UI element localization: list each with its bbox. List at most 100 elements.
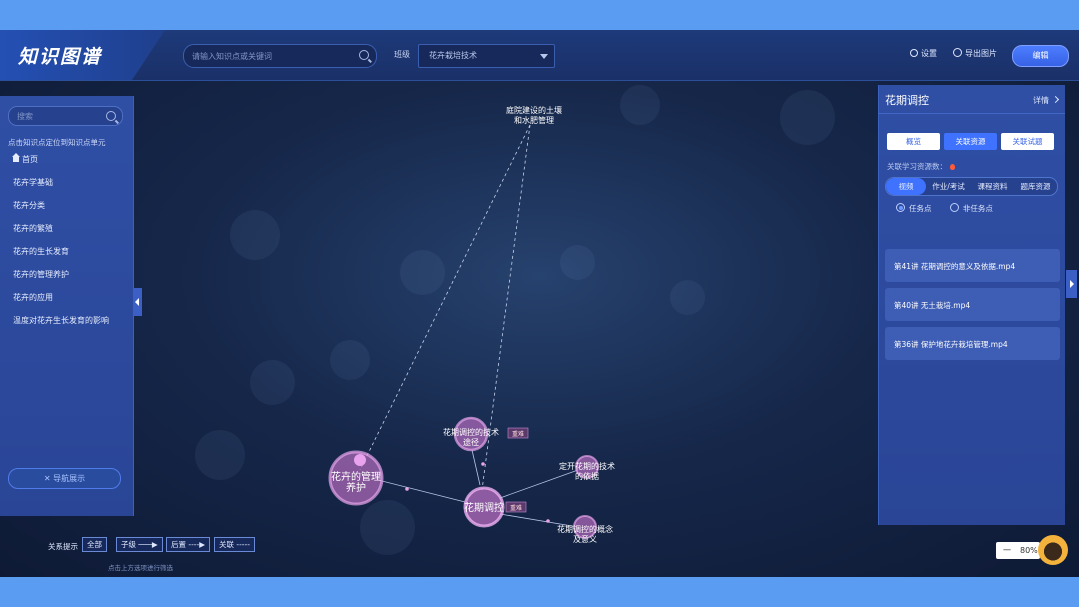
search-icon[interactable] bbox=[359, 50, 369, 60]
resource-name: 第40讲 无土栽培.mp4 bbox=[894, 301, 971, 310]
zoom-level: 80% bbox=[1020, 546, 1038, 555]
node-label: 花期调控的概念 bbox=[557, 524, 613, 534]
radio-non-task-point[interactable]: 非任务点 bbox=[949, 203, 993, 213]
sidebar-item-care[interactable]: 花卉的管理养护 bbox=[13, 269, 109, 292]
legend-related[interactable]: 关联 ----- bbox=[214, 537, 255, 552]
resource-item[interactable]: 第36讲 保护地花卉栽培管理.mp4 bbox=[885, 327, 1060, 360]
radio-label: 非任务点 bbox=[962, 204, 993, 213]
zoom-control[interactable]: 一 80% bbox=[996, 542, 1040, 559]
node-tech[interactable]: 花期调控的技术 途径 重难 bbox=[443, 416, 529, 452]
node-care[interactable]: 花卉的管理 养护 bbox=[328, 450, 384, 506]
sidebar-item-home[interactable]: 首页 bbox=[12, 153, 109, 177]
resource-count-text: 关联学习资源数： bbox=[887, 162, 947, 171]
node-label: 庭院建设的土壤 bbox=[506, 105, 562, 115]
panel-header: 花期调控 详情 bbox=[879, 85, 1065, 114]
edge-care-center bbox=[377, 479, 466, 503]
upload-icon bbox=[953, 48, 962, 57]
resource-count-label: 关联学习资源数： bbox=[887, 161, 955, 172]
radio-unchecked-icon bbox=[949, 203, 959, 212]
sidebar-item-label: 花卉分类 bbox=[13, 201, 45, 210]
subtab-question-bank[interactable]: 题库资源 bbox=[1014, 178, 1057, 195]
node-label: 花卉的管理 bbox=[331, 470, 381, 483]
chapter-list: 首页 花卉学基础 花卉分类 花卉的繁殖 花卉的生长发育 花卉的管理养护 花卉的应… bbox=[12, 153, 109, 338]
chevron-down-icon bbox=[540, 54, 548, 59]
collapse-sidebar-handle[interactable] bbox=[133, 288, 142, 316]
top-bar: 知识图谱 班级 花卉栽培技术 设置 导出图片 编辑 bbox=[0, 30, 1079, 81]
legend-related-label: 关联 bbox=[219, 540, 234, 549]
sidebar-item-temperature[interactable]: 温度对花卉生长发育的影响 bbox=[13, 315, 109, 338]
tab-related-resources[interactable]: 关联资源 bbox=[944, 133, 997, 150]
sidebar-item-label: 花卉的管理养护 bbox=[13, 270, 69, 279]
sidebar-item-label: 温度对花卉生长发育的影响 bbox=[13, 316, 109, 325]
edge-dot bbox=[405, 487, 409, 491]
legend-child-label: 子级 bbox=[121, 540, 136, 549]
sidebar-item-basics[interactable]: 花卉学基础 bbox=[13, 177, 109, 200]
subtab-video[interactable]: 视频 bbox=[886, 178, 926, 195]
course-label: 班级 bbox=[394, 50, 410, 59]
fire-icon bbox=[950, 164, 955, 170]
panel-title: 花期调控 bbox=[885, 94, 929, 107]
edge-soil-care bbox=[359, 124, 531, 471]
gear-icon bbox=[910, 49, 918, 57]
legend-hint: 点击上方选项进行筛选 bbox=[108, 564, 173, 572]
guide-display-button[interactable]: ✕ 导航展示 bbox=[8, 468, 121, 489]
resource-type-tabs: 视频 作业/考试 课程资料 题库资源 bbox=[885, 177, 1058, 196]
collapse-panel-handle[interactable] bbox=[1066, 270, 1077, 298]
node-label: 和水肥管理 bbox=[514, 115, 554, 125]
difficulty-tag-text: 重难 bbox=[510, 504, 522, 512]
top-search-input[interactable] bbox=[184, 45, 346, 67]
guide-display-label: 导航展示 bbox=[53, 474, 86, 483]
detail-link[interactable]: 详情 bbox=[1033, 95, 1049, 106]
edge-dot bbox=[481, 462, 485, 466]
node-label: 定开花期的技术 bbox=[559, 461, 615, 471]
subtab-course-material[interactable]: 课程资料 bbox=[971, 178, 1014, 195]
legend-all[interactable]: 全部 bbox=[82, 537, 107, 552]
difficulty-tag-text: 重难 bbox=[512, 430, 524, 438]
node-center[interactable]: 花期调控 重难 bbox=[463, 486, 527, 528]
sidebar-item-label: 首页 bbox=[22, 155, 38, 164]
relation-legend: 关系提示 全部 子级 ───▶ 后置 ----▶ 关联 ----- bbox=[48, 537, 255, 552]
resource-item[interactable]: 第40讲 无土栽培.mp4 bbox=[885, 288, 1060, 321]
resource-item[interactable]: 第41讲 花期调控的意义及依据.mp4 bbox=[885, 249, 1060, 282]
edit-button[interactable]: 编辑 bbox=[1012, 45, 1069, 67]
sidebar-item-propagation[interactable]: 花卉的繁殖 bbox=[13, 223, 109, 246]
chapter-sidebar: 点击知识点定位到知识点单元 首页 花卉学基础 花卉分类 花卉的繁殖 花卉的生长发… bbox=[0, 96, 134, 516]
edge-tech-center bbox=[471, 449, 481, 486]
sidebar-item-growth[interactable]: 花卉的生长发育 bbox=[13, 246, 109, 269]
top-search[interactable] bbox=[183, 44, 377, 68]
home-icon bbox=[12, 153, 20, 162]
node-label: 及意义 bbox=[573, 534, 597, 544]
flower-icon bbox=[354, 454, 366, 466]
sidebar-item-label: 花卉学基础 bbox=[13, 178, 53, 187]
course-select[interactable]: 花卉栽培技术 bbox=[418, 44, 555, 68]
node-label: 途径 bbox=[463, 437, 479, 447]
edge-dot bbox=[546, 519, 550, 523]
search-icon[interactable] bbox=[106, 111, 116, 121]
zoom-out-button[interactable]: 一 bbox=[1003, 542, 1011, 559]
node-soil[interactable]: 庭院建设的土壤 和水肥管理 bbox=[506, 105, 562, 125]
sidebar-search[interactable] bbox=[8, 106, 123, 126]
sidebar-item-label: 花卉的生长发育 bbox=[13, 247, 69, 256]
node-label: 的依据 bbox=[575, 471, 599, 481]
export-label: 导出图片 bbox=[965, 49, 997, 58]
export-image-button[interactable]: 导出图片 bbox=[953, 48, 997, 59]
legend-after-label: 后置 bbox=[171, 540, 186, 549]
subtab-homework[interactable]: 作业/考试 bbox=[927, 178, 970, 195]
app-logo: 知识图谱 bbox=[18, 46, 103, 68]
node-label: 花期调控的技术 bbox=[443, 427, 499, 437]
radio-label: 任务点 bbox=[909, 204, 932, 213]
legend-after[interactable]: 后置 ----▶ bbox=[166, 537, 210, 552]
assistant-mascot-icon[interactable] bbox=[1038, 535, 1068, 565]
node-plan[interactable]: 定开花期的技术 的依据 bbox=[559, 455, 615, 481]
tab-overview[interactable]: 概览 bbox=[887, 133, 940, 150]
sidebar-search-input[interactable] bbox=[9, 107, 108, 125]
edge-center-plan bbox=[499, 469, 579, 499]
course-select-value: 花卉栽培技术 bbox=[429, 51, 477, 60]
sidebar-item-classification[interactable]: 花卉分类 bbox=[13, 200, 109, 223]
node-concept[interactable]: 花期调控的概念 及意义 bbox=[557, 515, 613, 544]
tab-related-questions[interactable]: 关联试题 bbox=[1001, 133, 1054, 150]
radio-task-point[interactable]: 任务点 bbox=[896, 203, 932, 213]
sidebar-item-application[interactable]: 花卉的应用 bbox=[13, 292, 109, 315]
legend-child[interactable]: 子级 ───▶ bbox=[116, 537, 163, 552]
settings-button[interactable]: 设置 bbox=[910, 48, 937, 59]
